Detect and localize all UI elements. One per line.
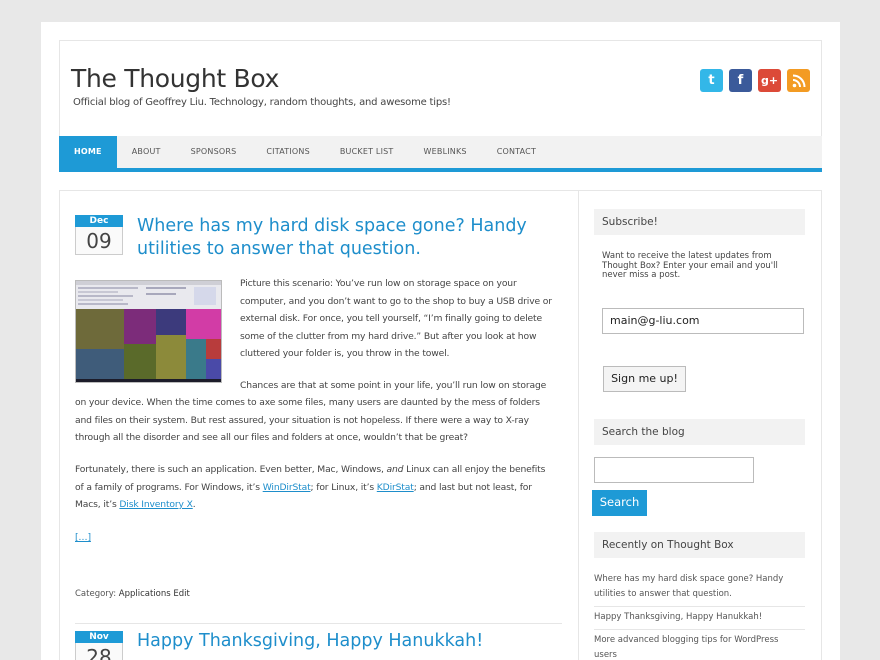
text-line: users (594, 650, 617, 660)
text-line: Happy Thanksgiving, Happy Hanukkah! (594, 612, 763, 622)
recent-post-item[interactable]: Happy Thanksgiving, Happy Hanukkah! (594, 607, 805, 630)
content-area: Dec 09 Where has my hard disk space gone… (59, 190, 822, 660)
recent-post-item[interactable]: Where has my hard disk space gone? Handy… (594, 569, 805, 607)
text-line: cluttered your folder is, you throw in t… (240, 348, 450, 359)
text-line: on your device. When the time comes to a… (75, 397, 540, 408)
text-line: Fortunately, there is such an applicatio… (75, 461, 570, 479)
subscribe-description: Want to receive the latest updates from … (602, 251, 807, 281)
text-line: More advanced blogging tips for WordPres… (594, 635, 779, 645)
post-title-line: Happy Thanksgiving, Happy Hanukkah! (137, 631, 484, 651)
search-widget-title: Search the blog (594, 419, 805, 445)
recent-widget-title: Recently on Thought Box (594, 532, 805, 558)
sign-me-up-button[interactable]: Sign me up! (603, 366, 686, 392)
text-line: Where has my hard disk space gone? Handy (594, 574, 784, 584)
nav-home[interactable]: HOME (59, 136, 117, 168)
recent-posts-list: Where has my hard disk space gone? Handy… (594, 569, 805, 660)
post-title[interactable]: Happy Thanksgiving, Happy Hanukkah! (137, 630, 483, 653)
text-line: Picture this scenario: You’ve run low on… (240, 278, 517, 289)
subscribe-email-input[interactable]: main@g-liu.com (602, 308, 804, 334)
nav-bucket-list[interactable]: BUCKET LIST (325, 136, 409, 168)
site-header: The Thought Box Official blog of Geoffre… (59, 40, 822, 136)
post-title-line: utilities to answer that question. (137, 239, 421, 259)
text-emphasis: and (386, 464, 404, 475)
post-title[interactable]: Where has my hard disk space gone? Handy… (137, 215, 527, 261)
site-title[interactable]: The Thought Box (71, 64, 279, 93)
post-excerpt-para2-first: Chances are that at some point in your l… (240, 377, 570, 395)
text-line: Chances are that at some point in your l… (240, 380, 547, 391)
twitter-icon[interactable]: t (700, 69, 723, 92)
rss-icon[interactable] (787, 69, 810, 92)
post-date-day: 09 (75, 227, 123, 255)
post-thumbnail[interactable] (75, 280, 222, 383)
text-span: ; and last but not least, for (413, 481, 532, 493)
main-nav: HOME ABOUT SPONSORS CITATIONS BUCKET LIS… (59, 136, 822, 172)
category-link[interactable]: Applications (119, 589, 171, 599)
post-excerpt-para2: on your device. When the time comes to a… (75, 394, 570, 447)
post-date: Nov 28 (75, 631, 123, 660)
read-more-link[interactable]: […] (75, 532, 91, 543)
facebook-icon[interactable]: f (729, 69, 752, 92)
post-meta: Category: Applications Edit (75, 589, 190, 599)
text-span: Macs, it’s (75, 499, 120, 510)
nav-citations[interactable]: CITATIONS (251, 136, 324, 168)
text-line: of a family of programs. For Windows, it… (75, 479, 570, 497)
text-line: external disk. For once, you tell yourse… (240, 313, 542, 324)
text-line: and files on their system. But rest assu… (75, 414, 529, 426)
windirstat-link[interactable]: WinDirStat (263, 482, 311, 493)
nav-about[interactable]: ABOUT (117, 136, 176, 168)
post-date-month: Dec (75, 215, 123, 227)
post-date-day: 28 (75, 643, 123, 660)
post-divider (75, 623, 562, 624)
post-date: Dec 09 (75, 215, 123, 255)
search-input[interactable] (594, 457, 754, 483)
edit-link[interactable]: Edit (173, 589, 189, 599)
post-title-line: Where has my hard disk space gone? Handy (137, 216, 527, 236)
text-span: of a family of programs. For Windows, it… (75, 481, 263, 493)
text-line: computer, and you don’t want to go to th… (240, 295, 552, 307)
site-tagline: Official blog of Geoffrey Liu. Technolog… (73, 97, 451, 108)
text-line: Macs, it’s Disk Inventory X. (75, 496, 570, 514)
text-line: some of the clutter from my hard drive.”… (240, 330, 537, 342)
rss-glyph (792, 74, 805, 87)
nav-contact[interactable]: CONTACT (482, 136, 551, 168)
text-span: ; for Linux, it’s (310, 481, 377, 493)
googleplus-icon[interactable]: g+ (758, 69, 781, 92)
nav-sponsors[interactable]: SPONSORS (176, 136, 252, 168)
nav-weblinks[interactable]: WEBLINKS (409, 136, 482, 168)
recent-post-item[interactable]: More advanced blogging tips for WordPres… (594, 630, 805, 660)
disk-inventory-link[interactable]: Disk Inventory X (119, 499, 193, 510)
category-label: Category: (75, 589, 117, 599)
text-span: Linux can all enjoy the benefits (403, 464, 546, 475)
text-line: utilities to answer that question. (594, 589, 732, 599)
read-more: […] (75, 529, 91, 547)
main-content: Dec 09 Where has my hard disk space gone… (60, 191, 579, 660)
social-links: t f g+ (700, 69, 810, 92)
subscribe-widget-title: Subscribe! (594, 209, 805, 235)
text-line: never miss a post. (602, 270, 681, 280)
page: The Thought Box Official blog of Geoffre… (41, 22, 840, 660)
search-button[interactable]: Search (592, 490, 647, 516)
text-line: through all the disorder and see all our… (75, 432, 468, 443)
text-span: Fortunately, there is such an applicatio… (75, 464, 387, 475)
kdirstat-link[interactable]: KDirStat (377, 482, 414, 493)
post-date-month: Nov (75, 631, 123, 643)
post-excerpt-para1: Picture this scenario: You’ve run low on… (240, 275, 570, 363)
post-excerpt-para3: Fortunately, there is such an applicatio… (75, 461, 570, 514)
text-span: . (192, 499, 196, 510)
treemap-screenshot-image (76, 281, 221, 382)
